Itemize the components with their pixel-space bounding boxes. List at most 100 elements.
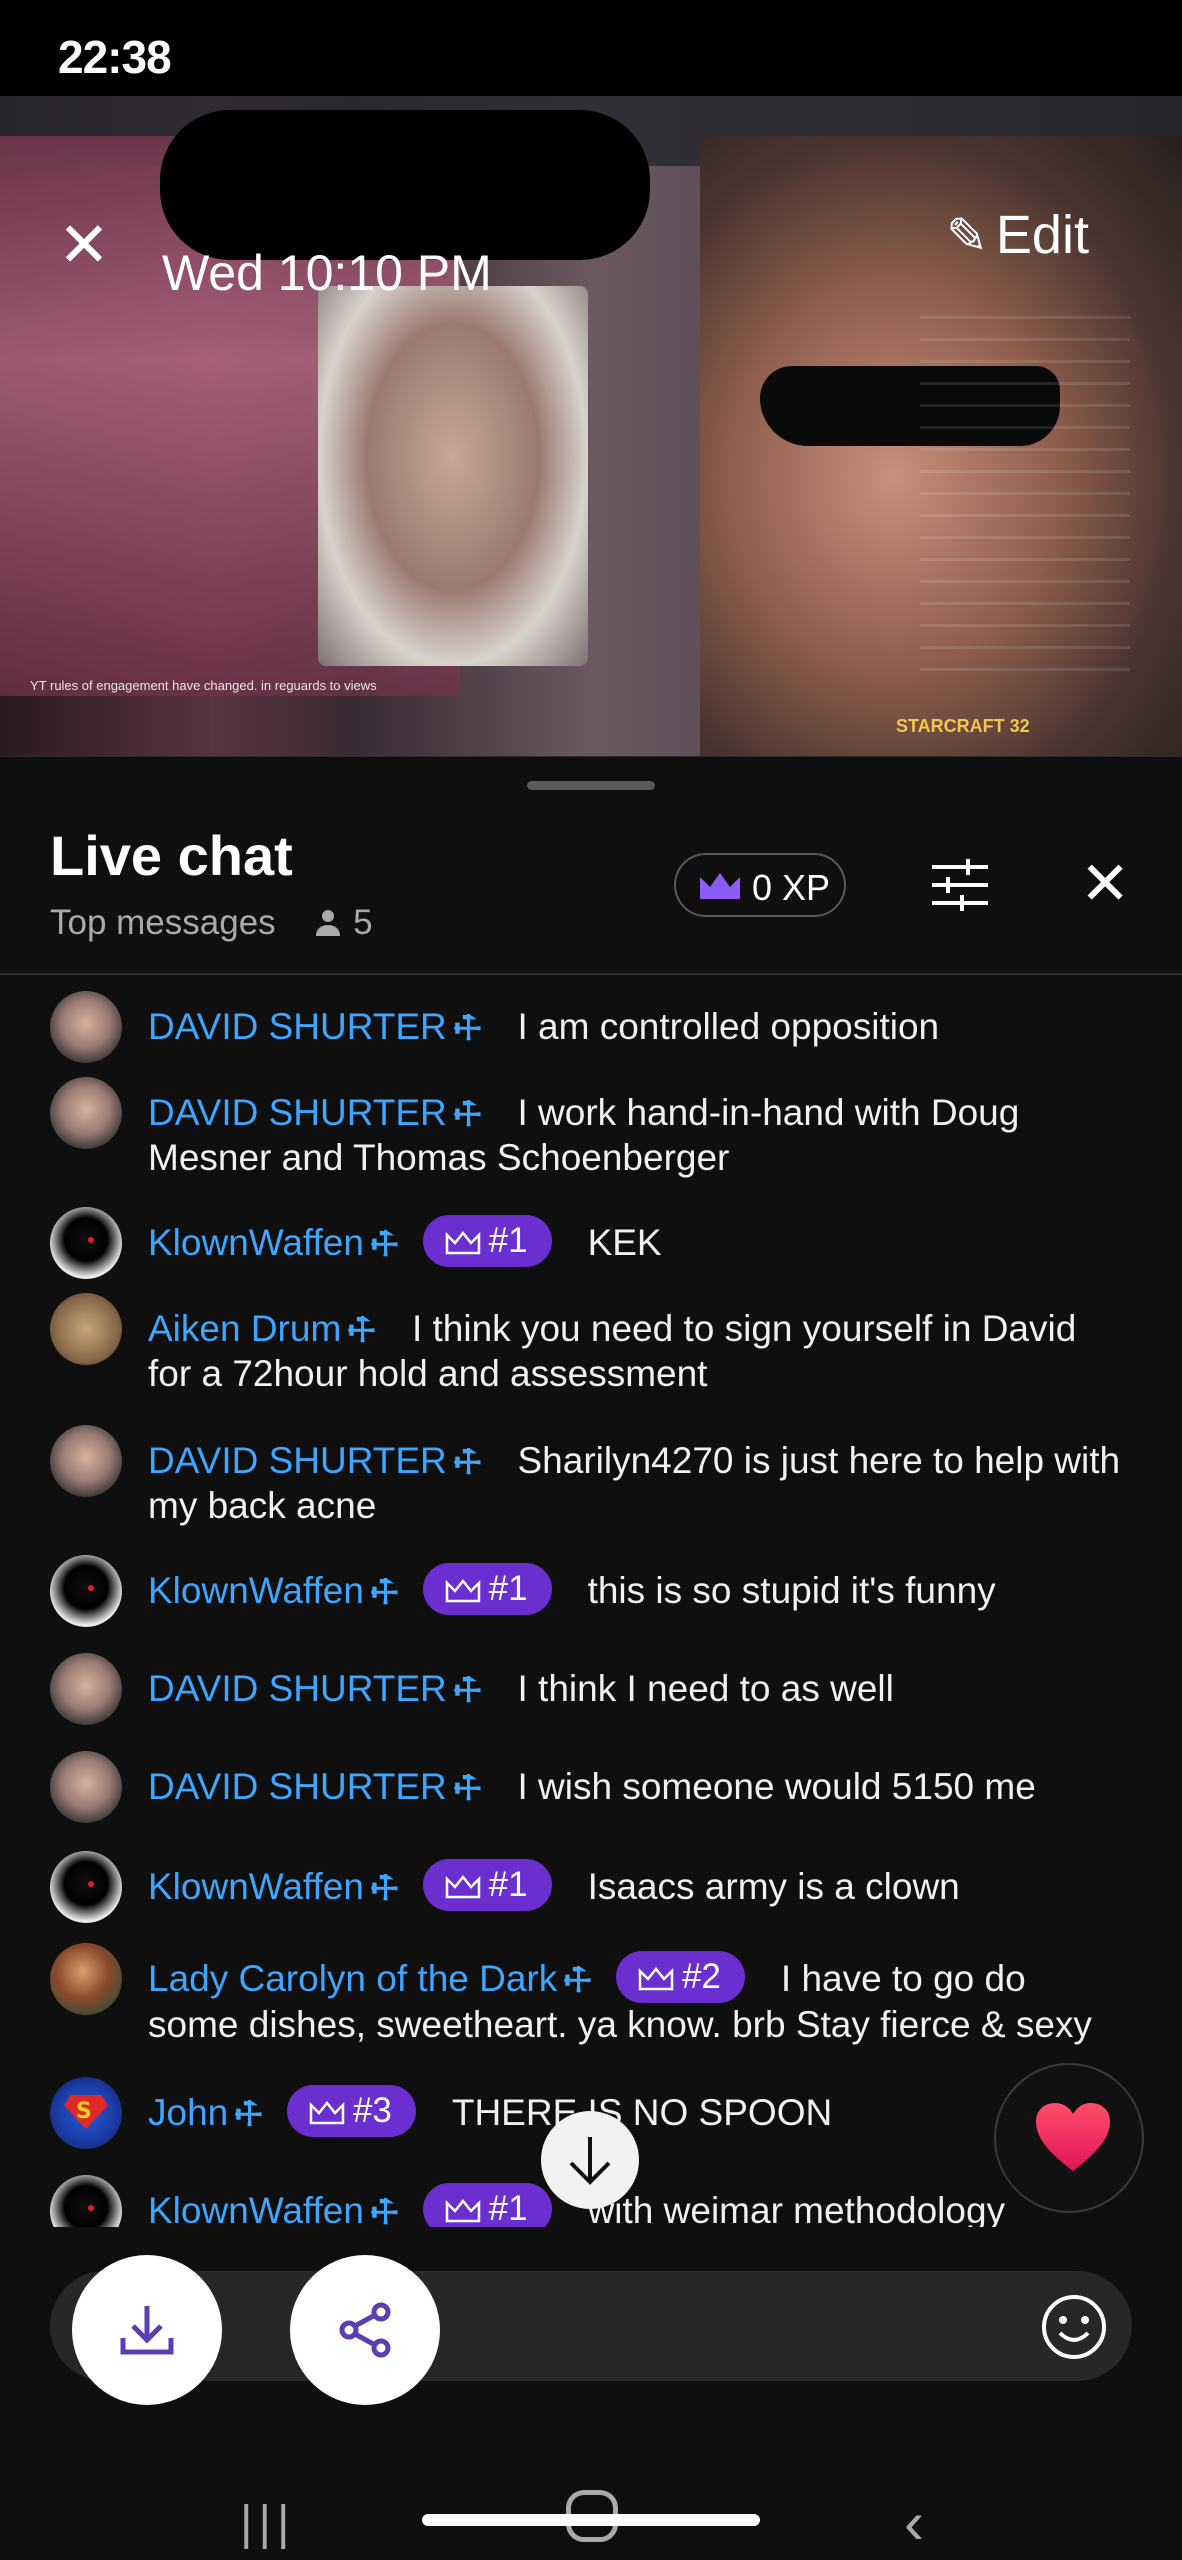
chat-author-name[interactable]: KlownWaffen (148, 1222, 364, 1263)
chat-message-body: DAVID SHURTER⚒ I work hand-in-hand with D… (148, 1091, 1142, 1180)
video-embedded-chat (920, 316, 1130, 676)
rank-badge-label: #3 (352, 2091, 392, 2131)
avatar[interactable] (50, 2077, 122, 2149)
settings-sliders-icon[interactable] (928, 855, 992, 915)
drag-handle[interactable] (527, 781, 655, 790)
chat-message-text: I work hand-in-hand with Doug (517, 1092, 1020, 1133)
scroll-to-bottom-button[interactable] (541, 2111, 639, 2209)
moderator-wrench-icon: ⚒ (444, 1091, 491, 1137)
crown-outline-icon (638, 1966, 674, 1991)
chat-message-body: KlownWaffen⚒ #1 KEK (148, 1215, 1142, 1268)
chat-message-text: KEK (587, 1222, 662, 1263)
chat-message-body: Lady Carolyn of the Dark⚒ #2 I have to go … (148, 1951, 1142, 2047)
chat-author-name[interactable]: DAVID SHURTER (148, 1668, 447, 1709)
recent-apps-icon[interactable]: ||| (240, 2496, 295, 2551)
crown-outline-icon (445, 1874, 480, 1899)
avatar[interactable] (50, 1653, 122, 1725)
chat-author-name[interactable]: John (148, 2092, 228, 2133)
chat-message-body: DAVID SHURTER⚒ I am controlled opposition (148, 1005, 1142, 1051)
rank-badge-label: #1 (488, 1865, 528, 1905)
person-icon (316, 910, 341, 936)
chat-message-list[interactable]: DAVID SHURTER⚒ I am controlled opposition… (0, 977, 1182, 2227)
chat-message-text: this is so stupid it's funny (587, 1570, 996, 1611)
video-player[interactable]: ✕ Wed 10:10 PM ✎ Edit YT rules of engagem… (0, 96, 1182, 756)
chat-message-text: I think you need to sign yourself in Dav… (411, 1308, 1077, 1349)
chat-message-text-continued: my back acne (148, 1485, 377, 1526)
video-overlay-text: STARCRAFT 32 (896, 716, 1030, 736)
close-chat-icon[interactable]: ✕ (1080, 849, 1130, 919)
redaction-scribble (160, 110, 650, 260)
chat-message-body: DAVID SHURTER⚒ I think I need to as well (148, 1667, 1142, 1713)
share-button[interactable] (290, 2255, 440, 2405)
avatar[interactable] (50, 2175, 122, 2227)
chat-message-body: Aiken Drum⚒ I think you need to sign your… (148, 1307, 1142, 1396)
edit-button[interactable]: ✎ Edit (946, 204, 1089, 266)
chat-author-name[interactable]: DAVID SHURTER (148, 1006, 447, 1047)
moderator-wrench-icon: ⚒ (338, 1307, 385, 1353)
avatar[interactable] (50, 1425, 122, 1497)
edit-label: Edit (995, 205, 1089, 265)
chat-author-name[interactable]: KlownWaffen (148, 1570, 364, 1611)
moderator-wrench-icon: ⚒ (444, 1667, 491, 1713)
avatar[interactable] (50, 1943, 122, 2015)
chat-message-text: I am controlled opposition (517, 1006, 940, 1047)
chat-message-text: I have to go do (780, 1958, 1026, 1999)
chat-author-name[interactable]: Lady Carolyn of the Dark (148, 1958, 557, 1999)
video-caption: YT rules of engagement have changed. in … (30, 678, 377, 693)
moderator-wrench-icon: ⚒ (444, 1005, 491, 1051)
arrow-down-icon (569, 2137, 611, 2185)
chat-author-name[interactable]: KlownWaffen (148, 1866, 364, 1907)
avatar[interactable] (50, 991, 122, 1063)
moderator-wrench-icon: ⚒ (361, 2189, 408, 2227)
avatar[interactable] (50, 1207, 122, 1279)
chat-author-name[interactable]: DAVID SHURTER (148, 1440, 447, 1481)
moderator-wrench-icon: ⚒ (554, 1957, 601, 2003)
emoji-icon[interactable] (1040, 2293, 1108, 2361)
video-datetime: Wed 10:10 PM (162, 245, 492, 301)
avatar[interactable] (50, 1851, 122, 1923)
chat-message-body: KlownWaffen⚒ #1 Isaacs army is a clown (148, 1859, 1142, 1912)
avatar[interactable] (50, 1555, 122, 1627)
chat-message-body: KlownWaffen⚒ #1 this is so stupid it's fun… (148, 1563, 1142, 1616)
status-time: 22:38 (58, 31, 172, 83)
chat-message-text: I wish someone would 5150 me (517, 1766, 1036, 1807)
moderator-wrench-icon: ⚒ (225, 2091, 272, 2137)
chat-author-name[interactable]: KlownWaffen (148, 2190, 364, 2227)
chat-message-text-continued: for a 72hour hold and assessment (148, 1353, 708, 1394)
viewer-count-value: 5 (353, 903, 373, 942)
crown-outline-icon (309, 2100, 345, 2125)
gesture-bar[interactable] (422, 2514, 760, 2526)
close-icon[interactable]: ✕ (58, 208, 110, 281)
avatar[interactable] (50, 1293, 122, 1365)
pencil-icon: ✎ (946, 208, 988, 264)
rank-badge: #2 (615, 1951, 745, 2004)
moderator-wrench-icon: ⚒ (361, 1865, 408, 1911)
chat-filter-label: Top messages (50, 903, 276, 942)
chat-message-text: with weimar methodology (587, 2190, 1006, 2227)
moderator-wrench-icon: ⚒ (361, 1221, 408, 1267)
back-icon[interactable]: ‹ (904, 2488, 924, 2557)
chat-message-text: Sharilyn4270 is just here to help with (517, 1440, 1121, 1481)
heart-reaction-button[interactable] (994, 2063, 1144, 2213)
avatar[interactable] (50, 1077, 122, 1149)
live-chat-panel: Live chat Top messages 5 0 XP ✕ DAVID SH… (0, 756, 1182, 2477)
chat-message-body: KlownWaffen⚒ #1 with weimar methodology (148, 2183, 1142, 2227)
rank-badge: #1 (422, 1859, 552, 1912)
chat-author-name[interactable]: DAVID SHURTER (148, 1766, 447, 1807)
chat-author-name[interactable]: DAVID SHURTER (148, 1092, 447, 1133)
chat-message-text: THERE IS NO SPOON (451, 2092, 833, 2133)
chat-author-name[interactable]: Aiken Drum (148, 1308, 341, 1349)
chat-message-body: DAVID SHURTER⚒ Sharilyn4270 is just here … (148, 1439, 1142, 1528)
chat-filter[interactable]: Top messages 5 (50, 903, 373, 943)
status-bar: 22:38 (0, 0, 1182, 96)
xp-value: 0 XP (752, 867, 831, 908)
heart-icon (1036, 2103, 1110, 2171)
xp-pill[interactable]: 0 XP (674, 853, 846, 917)
moderator-wrench-icon: ⚒ (361, 1569, 408, 1615)
crown-outline-icon (445, 1578, 480, 1603)
rank-badge-label: #2 (681, 1957, 721, 1997)
download-button[interactable] (72, 2255, 222, 2405)
header-divider (0, 973, 1182, 975)
rank-badge-label: #1 (488, 1221, 528, 1261)
avatar[interactable] (50, 1751, 122, 1823)
